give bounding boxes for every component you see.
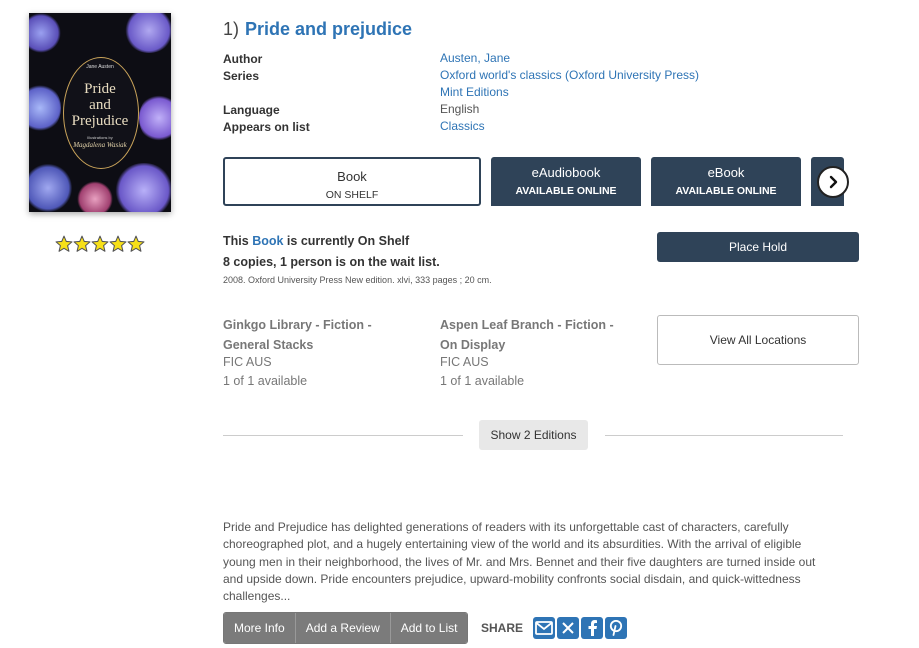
add-to-list-button[interactable]: Add to List (390, 613, 468, 643)
edition-note: 2008. Oxford University Press New editio… (223, 275, 492, 285)
language-label: Language (223, 103, 280, 117)
view-all-locations-button[interactable]: View All Locations (657, 315, 859, 365)
divider-left (223, 435, 463, 436)
availability-count: 1 of 1 available (440, 374, 525, 388)
cover-illustrator: Magdalena Wasiak (73, 141, 127, 149)
pinterest-icon[interactable] (605, 617, 627, 639)
x-twitter-icon[interactable] (557, 617, 579, 639)
format-button-eaudiobook[interactable]: eAudiobook AVAILABLE ONLINE (491, 157, 641, 206)
copies-summary: 8 copies, 1 person is on the wait list. (223, 255, 440, 269)
format-status: AVAILABLE ONLINE (515, 185, 617, 197)
language-value: English (440, 102, 480, 116)
call-number: FIC AUS (223, 355, 272, 369)
email-icon[interactable] (533, 617, 555, 639)
format-button-ebook[interactable]: eBook AVAILABLE ONLINE (651, 157, 801, 206)
format-status: AVAILABLE ONLINE (675, 185, 777, 197)
result-index: 1) (223, 19, 240, 39)
book-summary: Pride and Prejudice has delighted genera… (223, 520, 816, 604)
star-icon (127, 235, 145, 252)
series-label: Series (223, 69, 260, 83)
location-name: Ginkgo Library - Fiction - General Stack… (223, 318, 372, 352)
facebook-icon[interactable] (581, 617, 603, 639)
cover-flower-decoration (114, 163, 171, 212)
appears-on-list-label: Appears on list (223, 120, 310, 134)
book-title-link[interactable]: Pride and prejudice (245, 19, 412, 40)
format-button-book[interactable]: Book ON SHELF (223, 157, 481, 206)
cover-flower-decoration (124, 13, 171, 53)
more-info-button[interactable]: More Info (224, 613, 296, 643)
format-name: Book (337, 169, 367, 184)
star-rating[interactable] (55, 235, 145, 253)
star-icon (109, 235, 127, 252)
cover-flower-decoration (29, 13, 61, 53)
star-icon (91, 235, 109, 252)
availability-count: 1 of 1 available (223, 374, 308, 388)
series-link-oxford[interactable]: Oxford world's classics (Oxford Universi… (440, 68, 699, 82)
series-link-mint[interactable]: Mint Editions (440, 85, 509, 99)
show-editions-button[interactable]: Show 2 Editions (479, 420, 588, 450)
list-link-classics[interactable]: Classics (440, 119, 485, 133)
location-name: Aspen Leaf Branch - Fiction - On Display (440, 318, 614, 352)
cover-flower-decoration (77, 181, 113, 212)
action-button-group: More Info Add a Review Add to List (223, 612, 469, 644)
cover-title: Pride and Prejudice (71, 81, 129, 129)
share-label: SHARE (481, 621, 524, 635)
format-name: eBook (707, 165, 745, 180)
chevron-right-icon[interactable] (817, 166, 849, 198)
format-name: eAudiobook (531, 165, 601, 180)
place-hold-button[interactable]: Place Hold (657, 232, 859, 262)
star-icon (55, 235, 73, 252)
call-number: FIC AUS (440, 355, 489, 369)
cover-flower-decoration (29, 163, 72, 212)
cover-illustrations-label: Illustrations by (87, 135, 113, 140)
cover-author: Jane Austen (86, 64, 114, 70)
availability-status: This Book is currently On Shelf (223, 234, 410, 248)
star-icon (73, 235, 91, 252)
divider-right (605, 435, 843, 436)
author-label: Author (223, 52, 263, 66)
book-cover[interactable]: Jane Austen Pride and Prejudice Illustra… (29, 13, 171, 212)
add-review-button[interactable]: Add a Review (295, 613, 391, 643)
author-link[interactable]: Austen, Jane (440, 51, 510, 65)
format-status: ON SHELF (325, 189, 379, 201)
